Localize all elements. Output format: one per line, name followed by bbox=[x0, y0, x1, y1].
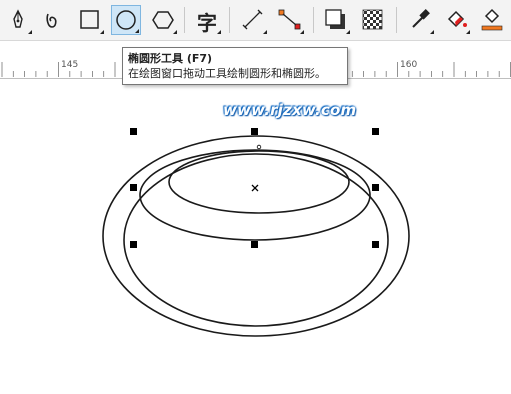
selection-handle[interactable] bbox=[372, 184, 379, 191]
ruler-label: 160 bbox=[400, 60, 418, 70]
smart-fill-tool-button[interactable] bbox=[477, 5, 507, 35]
flyout-indicator bbox=[217, 30, 221, 34]
flyout-indicator bbox=[100, 30, 104, 34]
flyout-indicator bbox=[28, 30, 32, 34]
canvas-drawing bbox=[102, 128, 410, 337]
toolbar-separator bbox=[396, 7, 397, 33]
flyout-indicator bbox=[263, 30, 267, 34]
tooltip: 椭圆形工具 (F7) 在绘图窗口拖动工具绘制圆形和椭圆形。 bbox=[122, 47, 348, 85]
tooltip-description: 在绘图窗口拖动工具绘制圆形和椭圆形。 bbox=[128, 67, 326, 80]
toolbar-separator bbox=[184, 7, 185, 33]
center-marker bbox=[251, 184, 259, 192]
selection-handle[interactable] bbox=[372, 241, 379, 248]
flyout-indicator bbox=[173, 30, 177, 34]
toolbar-separator bbox=[313, 7, 314, 33]
selection-handle[interactable] bbox=[130, 184, 137, 191]
selection-handle[interactable] bbox=[251, 128, 258, 135]
ruler-label: 145 bbox=[61, 60, 79, 70]
polygon-tool-button[interactable] bbox=[148, 5, 178, 35]
toolbar-separator bbox=[229, 7, 230, 33]
selection-handle[interactable] bbox=[372, 128, 379, 135]
selection-handle[interactable] bbox=[130, 128, 137, 135]
connector-tool-button[interactable] bbox=[275, 5, 305, 35]
fill-bucket-icon bbox=[481, 8, 503, 31]
node-marker[interactable] bbox=[256, 144, 262, 150]
drop-shadow-tool-button[interactable] bbox=[321, 5, 351, 35]
interactive-fill-tool-button[interactable] bbox=[441, 5, 471, 35]
flyout-indicator bbox=[300, 30, 304, 34]
flyout-indicator bbox=[346, 30, 350, 34]
watermark-text: www.rjzxw.com bbox=[223, 101, 357, 119]
text-char-icon: 字 bbox=[197, 11, 217, 35]
ellipse-shape[interactable] bbox=[168, 150, 350, 214]
tooltip-title: 椭圆形工具 (F7) bbox=[128, 52, 213, 65]
text-tool-button[interactable]: 字 bbox=[192, 5, 222, 35]
ellipse-shape[interactable] bbox=[102, 135, 410, 337]
eyedropper-tool-button[interactable] bbox=[405, 5, 435, 35]
rectangle-tool-button[interactable] bbox=[75, 5, 105, 35]
dimension-tool-button[interactable] bbox=[238, 5, 268, 35]
checkerboard-icon bbox=[362, 9, 383, 30]
flyout-indicator bbox=[135, 29, 139, 33]
drawing-canvas[interactable] bbox=[0, 79, 511, 390]
pen-tool-button[interactable] bbox=[3, 5, 33, 35]
transparency-tool-button[interactable] bbox=[358, 5, 388, 35]
flyout-indicator bbox=[466, 30, 470, 34]
ellipse-tool-button[interactable] bbox=[111, 5, 141, 35]
toolbox: 字 bbox=[0, 0, 511, 41]
selection-handle[interactable] bbox=[251, 241, 258, 248]
flyout-indicator bbox=[430, 30, 434, 34]
selection-handle[interactable] bbox=[130, 241, 137, 248]
artistic-media-tool-button[interactable] bbox=[38, 5, 68, 35]
spiral-curve-icon bbox=[46, 13, 57, 28]
ellipse-shape[interactable] bbox=[139, 149, 371, 241]
